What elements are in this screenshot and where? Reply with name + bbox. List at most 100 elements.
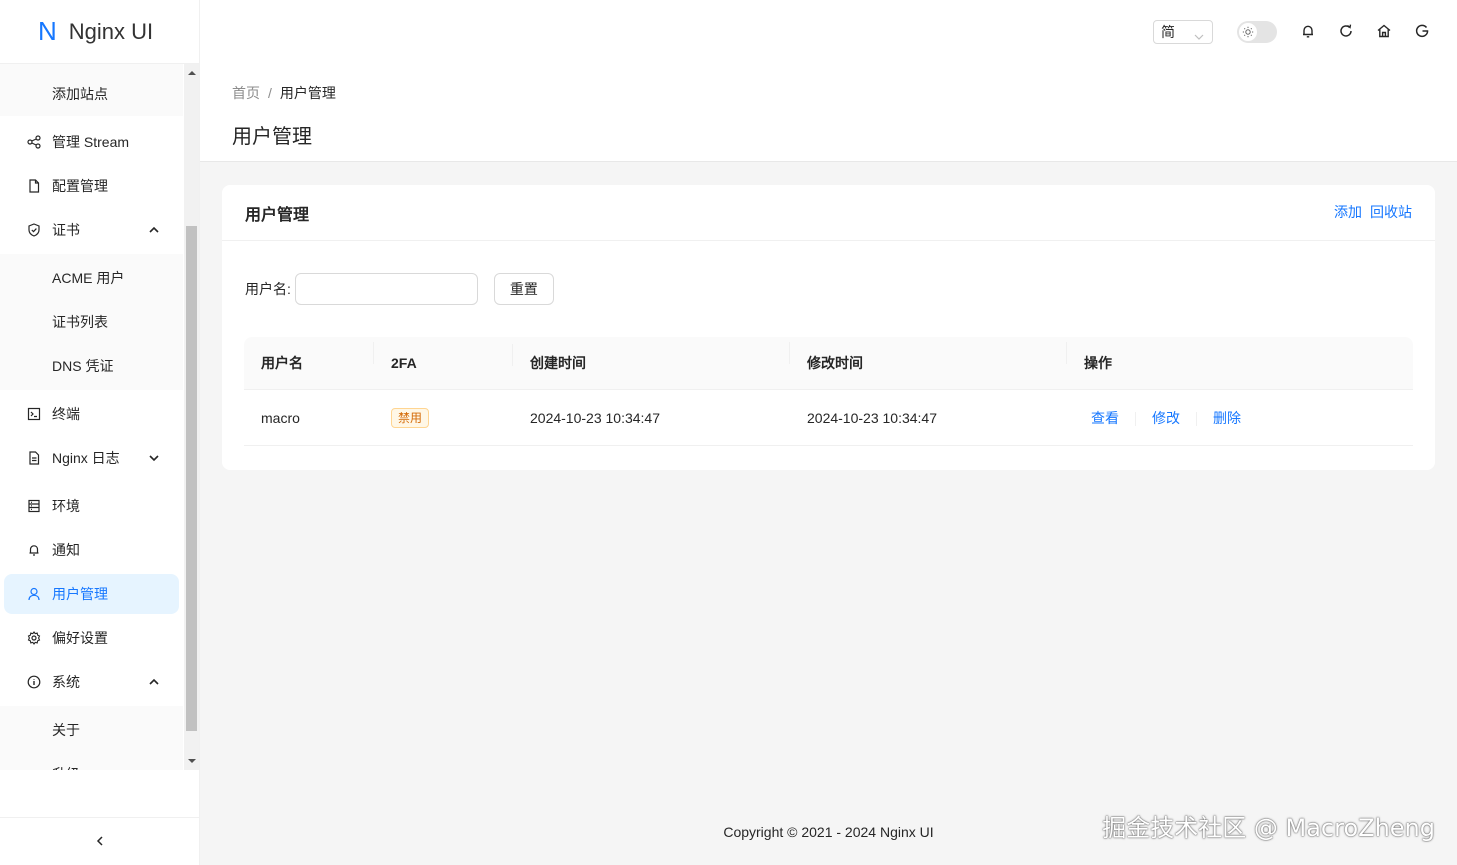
users-table: 用户名 2FA 创建时间 修改时间 操作 macro 禁用 2024-10-23… (244, 337, 1413, 446)
sidebar-item-system[interactable]: 系统 (4, 662, 179, 702)
sidebar-item-nginx-log[interactable]: Nginx 日志 (4, 438, 179, 478)
file-text-icon (27, 451, 41, 465)
watermark: 掘金技术社区 @ MacroZheng (1102, 814, 1435, 842)
sidebar-item-label: 通知 (52, 542, 80, 558)
sidebar-item-config[interactable]: 配置管理 (4, 166, 179, 206)
column-header-modified: 修改时间 (790, 342, 1067, 373)
sidebar-item-label: 添加站点 (52, 86, 108, 102)
logo-icon: N (38, 16, 57, 46)
edit-link[interactable]: 修改 (1152, 410, 1180, 426)
cell-actions: 查看 修改 删除 (1067, 408, 1413, 428)
terminal-icon (27, 407, 41, 421)
language-value: 简 (1161, 24, 1175, 40)
card-header: 用户管理 添加 回收站 (222, 185, 1435, 241)
app-logo[interactable]: N Nginx UI (0, 0, 199, 64)
column-header-label: 修改时间 (807, 355, 863, 371)
sidebar-item-dns-credential[interactable]: DNS 凭证 (4, 346, 179, 386)
collapse-sidebar-button[interactable] (0, 817, 200, 865)
sidebar-item-label: 证书列表 (52, 314, 108, 330)
sidebar-item-label: 系统 (52, 674, 80, 690)
chevron-up-icon (148, 223, 162, 237)
username-search-input[interactable] (294, 273, 478, 305)
cell-created: 2024-10-23 10:34:47 (530, 409, 660, 426)
sidebar-item-certificate[interactable]: 证书 (4, 210, 179, 250)
page-title: 用户管理 (232, 126, 312, 148)
sidebar-item-label: 偏好设置 (52, 630, 108, 646)
column-header-created: 创建时间 (513, 342, 790, 373)
sidebar-item-preferences[interactable]: 偏好设置 (4, 618, 179, 658)
theme-toggle[interactable] (1237, 21, 1277, 43)
chevron-down-icon (1194, 28, 1204, 44)
sidebar-item-label: 证书 (52, 222, 80, 238)
breadcrumb-current: 用户管理 (279, 85, 336, 101)
shield-check-icon (27, 223, 41, 237)
sidebar-item-user-management[interactable]: 用户管理 (4, 574, 179, 614)
reset-button[interactable]: 重置 (493, 273, 554, 305)
sidebar: N Nginx UI 添加站点 管理 Stream 配置管理 证书 ACME 用… (0, 0, 200, 865)
column-header-username: 用户名 (244, 342, 374, 373)
sidebar-item-notification[interactable]: 通知 (4, 530, 179, 570)
language-select[interactable]: 简 (1153, 20, 1213, 44)
sidebar-item-label: ACME 用户 (52, 270, 125, 286)
app-title: Nginx UI (68, 18, 154, 44)
search-filter: 用户名: 重置 (245, 273, 554, 305)
top-header: 简 (200, 0, 1457, 64)
view-link[interactable]: 查看 (1091, 410, 1119, 426)
column-header-label: 用户名 (261, 355, 303, 371)
card-actions: 添加 回收站 (1326, 202, 1412, 222)
sidebar-item-terminal[interactable]: 终端 (4, 394, 179, 434)
action-divider (1135, 411, 1136, 426)
chevron-down-icon (148, 451, 162, 465)
logout-icon[interactable] (1414, 23, 1430, 39)
bell-icon[interactable] (1300, 23, 1316, 39)
column-header-2fa: 2FA (374, 344, 513, 371)
sidebar-item-label: DNS 凭证 (52, 358, 114, 374)
reload-icon[interactable] (1338, 23, 1354, 39)
sidebar-item-stream[interactable]: 管理 Stream (4, 122, 179, 162)
sidebar-item-environment[interactable]: 环境 (4, 486, 179, 526)
sidebar-item-acme-user[interactable]: ACME 用户 (4, 258, 179, 298)
sidebar-scrollbar[interactable] (184, 64, 199, 770)
column-header-actions: 操作 (1067, 353, 1413, 373)
trash-link[interactable]: 回收站 (1370, 204, 1412, 220)
delete-link[interactable]: 删除 (1213, 410, 1241, 426)
database-icon (27, 499, 41, 513)
column-header-label: 创建时间 (530, 355, 586, 371)
breadcrumb-separator: / (268, 85, 272, 101)
share-icon (27, 135, 41, 149)
action-divider (1196, 411, 1197, 426)
sidebar-item-label: 终端 (52, 406, 80, 422)
gear-icon (27, 631, 41, 645)
sidebar-item-cert-list[interactable]: 证书列表 (4, 302, 179, 342)
cell-username: macro (261, 409, 300, 426)
sidebar-item-label: 配置管理 (52, 178, 108, 194)
chevron-left-icon (94, 834, 106, 850)
scroll-down-icon[interactable] (184, 754, 199, 768)
page-header: 首页 / 用户管理 用户管理 (200, 64, 1457, 162)
sun-icon (1239, 23, 1257, 41)
sidebar-menu: 添加站点 管理 Stream 配置管理 证书 ACME 用户 证书列表 DNS … (0, 64, 183, 770)
sidebar-item-label: 关于 (52, 722, 80, 738)
info-icon (27, 675, 41, 689)
add-user-link[interactable]: 添加 (1334, 204, 1362, 220)
sidebar-item-add-site[interactable]: 添加站点 (4, 74, 179, 114)
breadcrumb-home[interactable]: 首页 (232, 85, 260, 101)
user-icon (27, 587, 41, 601)
sidebar-item-upgrade[interactable]: 升级 (4, 754, 179, 770)
column-header-label: 操作 (1084, 355, 1112, 371)
scroll-up-icon[interactable] (184, 66, 199, 80)
home-icon[interactable] (1376, 23, 1392, 39)
column-header-label: 2FA (391, 355, 417, 371)
breadcrumb: 首页 / 用户管理 (232, 83, 336, 103)
file-icon (27, 179, 41, 193)
bell-icon (27, 543, 41, 557)
status-badge: 禁用 (391, 407, 430, 428)
table-row: macro 禁用 2024-10-23 10:34:47 2024-10-23 … (244, 390, 1413, 446)
sidebar-item-about[interactable]: 关于 (4, 710, 179, 750)
username-filter-label: 用户名: (245, 281, 291, 297)
scrollbar-thumb[interactable] (186, 226, 197, 731)
user-management-card: 用户管理 添加 回收站 用户名: 重置 用户名 2FA 创建时间 修改时间 操作 … (222, 185, 1435, 470)
card-title: 用户管理 (245, 206, 310, 224)
sidebar-item-label: 用户管理 (52, 586, 108, 602)
sidebar-item-label: 环境 (52, 498, 80, 514)
